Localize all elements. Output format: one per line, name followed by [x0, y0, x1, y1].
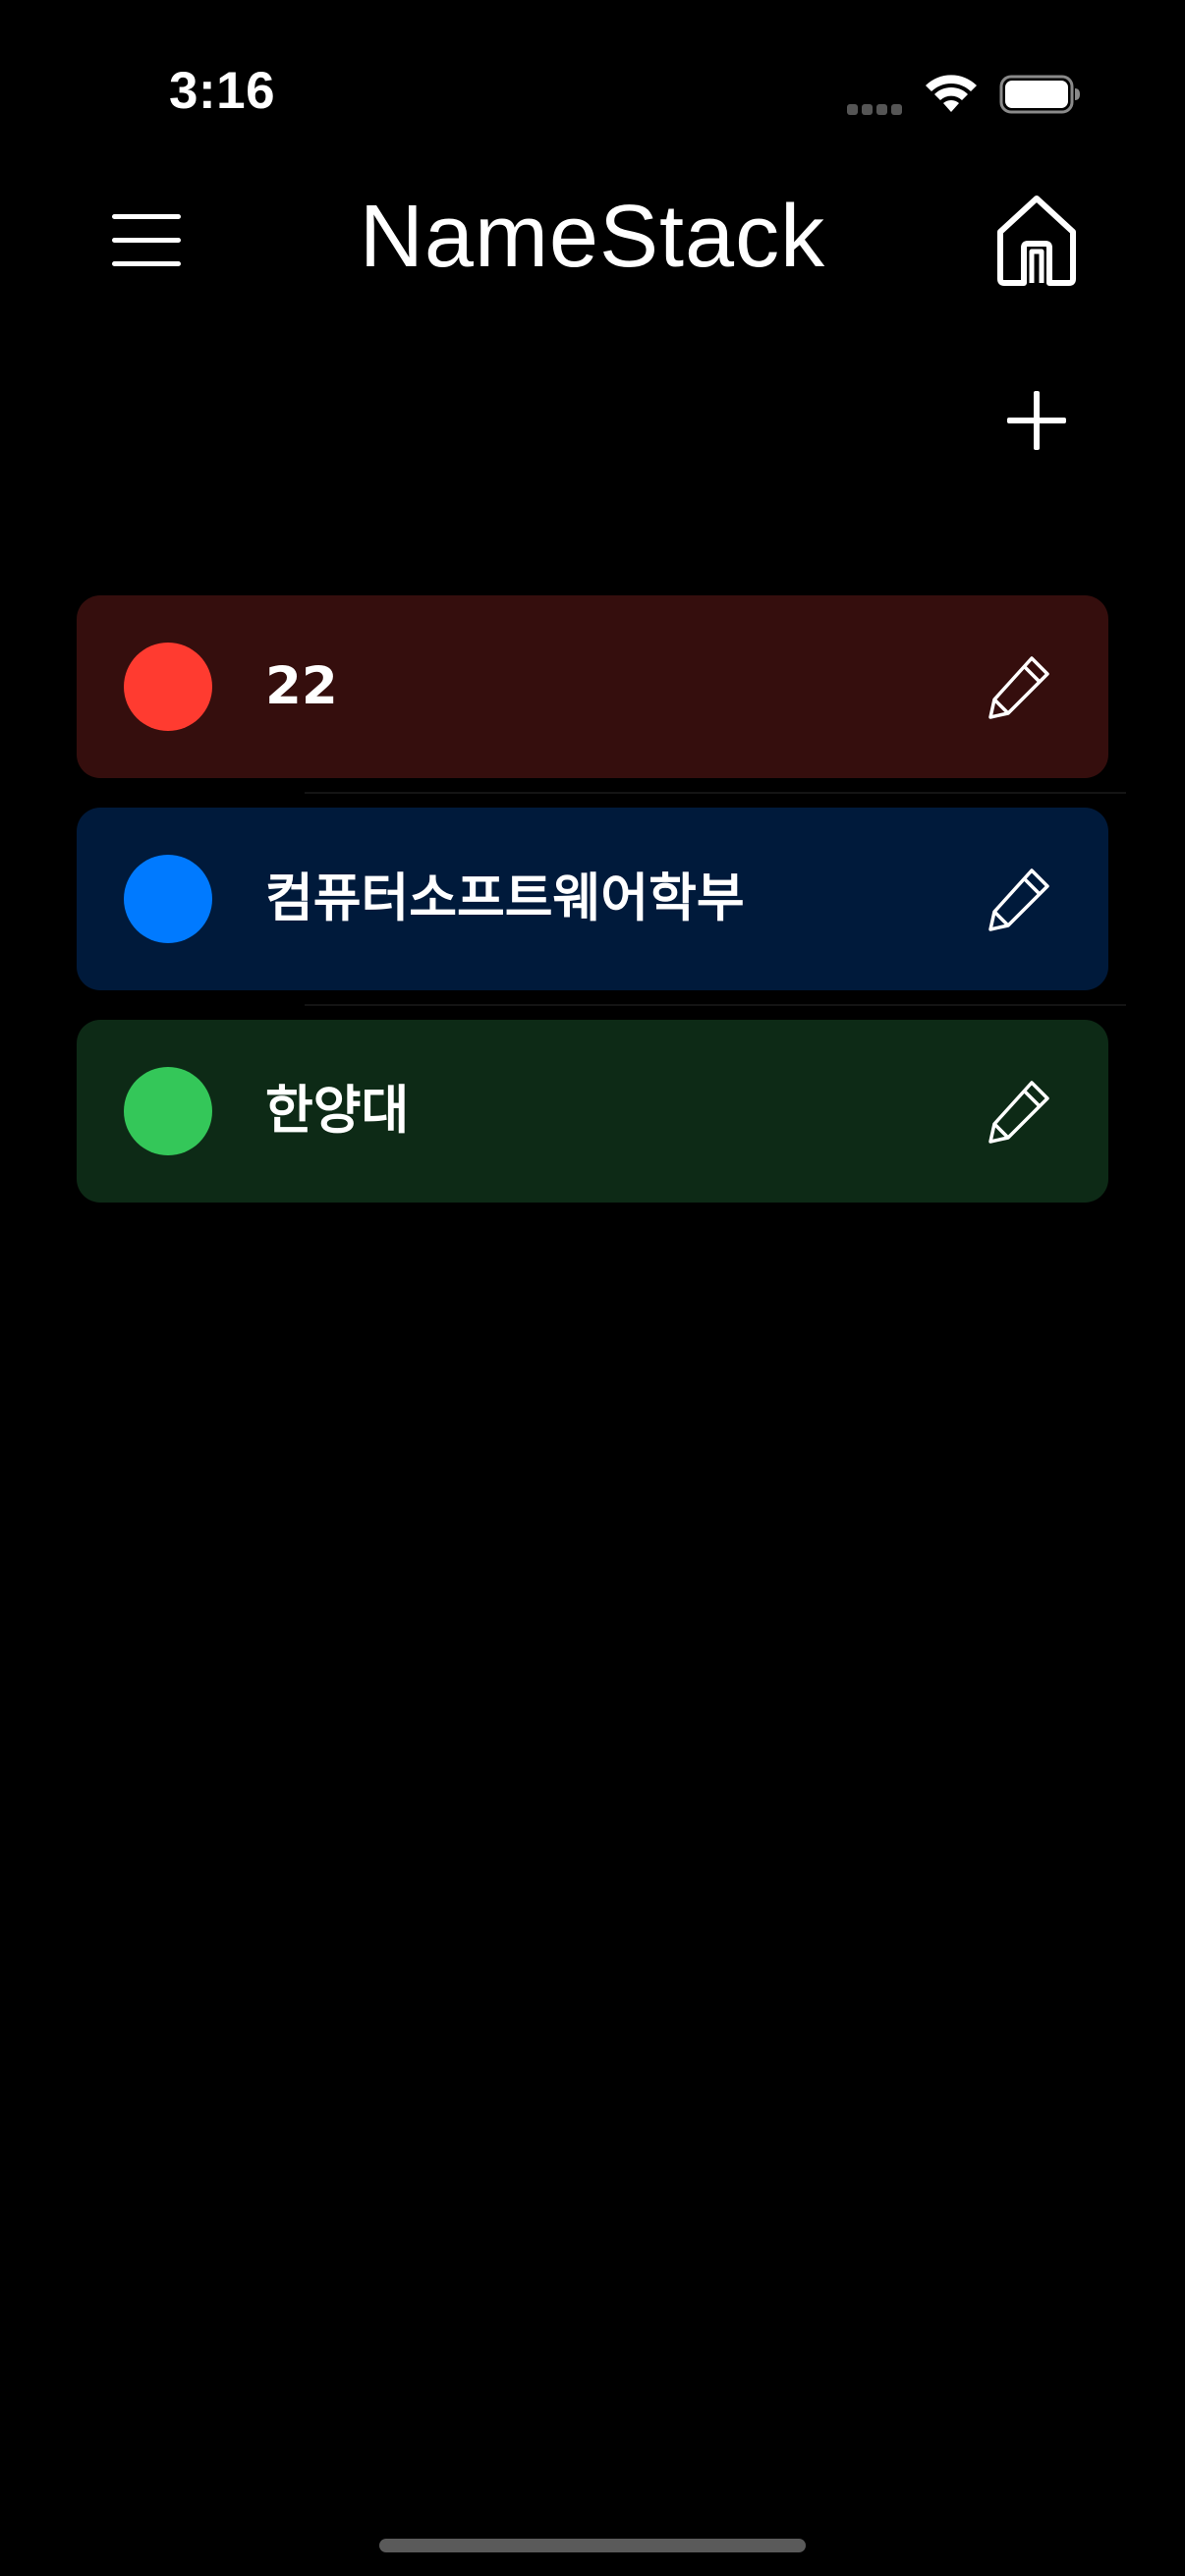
edit-button[interactable] [985, 1075, 1055, 1146]
home-button[interactable] [992, 193, 1081, 291]
color-dot [124, 643, 212, 731]
list-item-hanyang[interactable]: 한양대 [77, 1020, 1108, 1203]
wifi-icon [926, 75, 977, 112]
edit-button[interactable] [985, 863, 1055, 933]
pencil-icon [988, 868, 1049, 931]
battery-icon [999, 75, 1080, 114]
pencil-icon [988, 1081, 1049, 1144]
list-item-cse[interactable]: 컴퓨터소프트웨어학부 [77, 808, 1108, 990]
cellular-signal-icon [847, 102, 908, 115]
color-dot [124, 855, 212, 943]
list-separator [305, 792, 1126, 794]
list-item-label: 컴퓨터소프트웨어학부 [265, 868, 745, 928]
edit-button[interactable] [985, 650, 1055, 721]
list-item-label: 한양대 [265, 1081, 410, 1141]
status-time: 3:16 [169, 62, 276, 120]
add-button[interactable] [997, 381, 1076, 460]
home-icon [997, 196, 1076, 286]
color-dot [124, 1067, 212, 1155]
plus-icon [1007, 391, 1066, 450]
pencil-icon [988, 656, 1049, 719]
list-item-22[interactable]: 22 [77, 595, 1108, 778]
name-list: 22 컴퓨터소프트웨어학부 한양대 [77, 595, 1108, 1232]
status-indicators [847, 69, 1083, 118]
home-indicator[interactable] [379, 2539, 806, 2552]
list-item-label: 22 [265, 656, 338, 716]
list-separator [305, 1004, 1126, 1006]
